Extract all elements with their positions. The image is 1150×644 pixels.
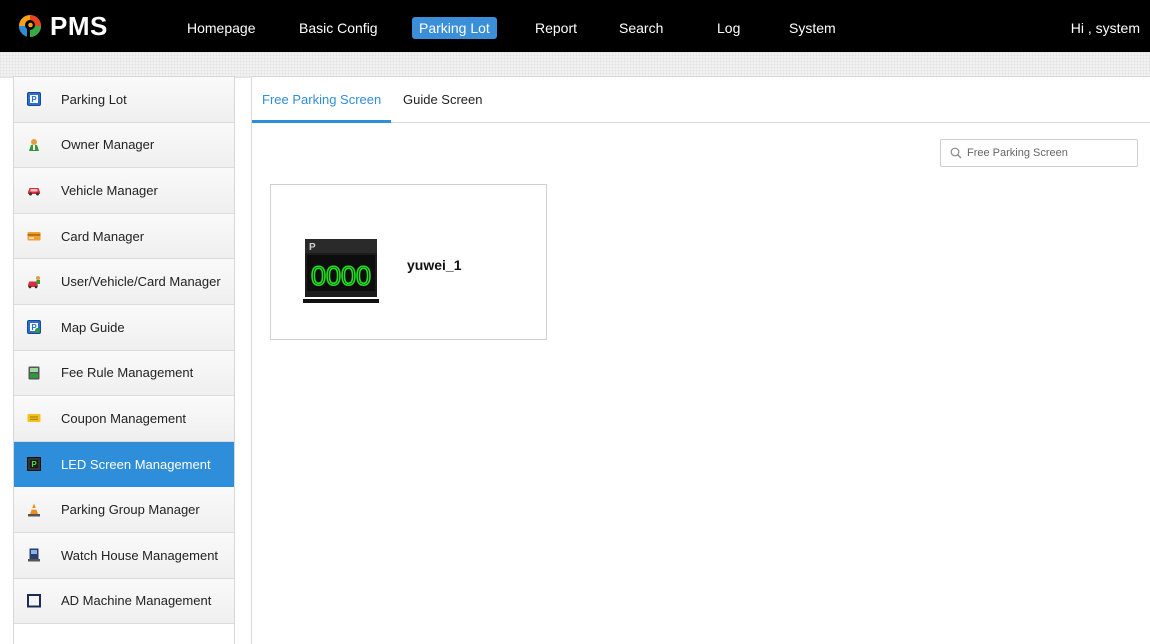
sidebar-item-label: Card Manager [61,228,145,244]
led-screen-card[interactable]: P 0000 yuwei_1 [270,184,547,340]
sidebar-item-coupon-management[interactable]: Coupon Management [14,396,234,442]
nav-homepage[interactable]: Homepage [180,17,263,39]
screen-tabs: Free Parking Screen Guide Screen [252,77,1150,123]
coupon-icon [27,414,41,423]
user-vehicle-icon [28,275,40,288]
nav-system[interactable]: System [782,17,843,39]
svg-text:P: P [309,242,316,253]
led-screen-icon: P [27,457,41,472]
sidebar-item-user-vehicle-card-manager[interactable]: User/Vehicle/Card Manager [14,259,234,305]
sidebar-item-map-guide[interactable]: P Map Guide [14,304,234,351]
sidebar-item-label: Parking Group Manager [61,502,200,518]
user-greeting[interactable]: Hi , system [1071,17,1140,39]
sidebar-item-card-manager[interactable]: Card Manager [14,213,234,260]
tab-guide-screen[interactable]: Guide Screen [393,77,493,123]
owner-icon [29,138,39,151]
sidebar-item-label: AD Machine Management [61,593,212,609]
parking-icon: P [27,92,41,107]
nav-search[interactable]: Search [612,17,670,39]
sidebar-item-watch-house-management[interactable]: Watch House Management [14,532,234,579]
sidebar-item-owner-manager[interactable]: Owner Manager [14,122,234,169]
svg-text:P: P [31,460,37,469]
main-content: Free Parking Screen Guide Screen P 0000 … [251,76,1150,644]
nav-report[interactable]: Report [528,17,584,39]
cone-icon [28,503,40,517]
sidebar-item-label: Owner Manager [61,137,155,153]
nav-basic-config[interactable]: Basic Config [292,17,385,39]
card-icon [27,232,41,241]
car-icon [28,188,40,196]
sidebar-item-label: Vehicle Manager [61,182,158,198]
tab-free-parking-screen[interactable]: Free Parking Screen [252,77,392,123]
sidebar-item-label: Coupon Management [61,410,187,426]
map-guide-icon: P [27,320,41,335]
top-bar: PMS Homepage Basic Config Parking Lot Re… [0,0,1150,52]
sidebar-item-label: LED Screen Management [61,456,211,472]
led-screen-name: yuwei_1 [407,257,462,273]
led-digits: 0000 [311,261,371,291]
nav-log[interactable]: Log [710,17,747,39]
svg-text:P: P [31,95,37,104]
sidebar-item-parking-lot[interactable]: P Parking Lot [14,77,234,123]
search-input[interactable] [967,140,1135,166]
app-logo[interactable]: PMS [18,9,108,43]
sidebar-item-label: User/Vehicle/Card Manager [61,274,221,290]
monitor-icon [27,593,41,608]
sidebar-item-parking-group-manager[interactable]: Parking Group Manager [14,487,234,533]
sidebar-item-label: Fee Rule Management [61,365,194,381]
search-icon [950,147,962,159]
sidebar-item-vehicle-manager[interactable]: Vehicle Manager [14,168,234,214]
sidebar-item-label: Parking Lot [61,91,127,107]
sidebar-item-label: Map Guide [61,319,125,335]
sidebar-item-led-screen-management[interactable]: P LED Screen Management [14,441,234,488]
nav-parking-lot[interactable]: Parking Lot [412,17,497,39]
sidebar: P Parking Lot Owner Manager Vehicle Mana… [13,76,235,644]
sidebar-item-fee-rule-management[interactable]: Fee Rule Management [14,350,234,397]
logo-icon [19,15,41,37]
watch-house-icon [28,548,40,562]
header-strip [0,52,1150,78]
sidebar-item-ad-machine-management[interactable]: AD Machine Management [14,578,234,625]
sidebar-item-label: Watch House Management [61,547,219,563]
app-name: PMS [50,10,108,41]
fee-rule-icon [28,366,40,380]
led-display-icon: P 0000 [303,239,379,303]
search-box[interactable] [940,139,1138,167]
